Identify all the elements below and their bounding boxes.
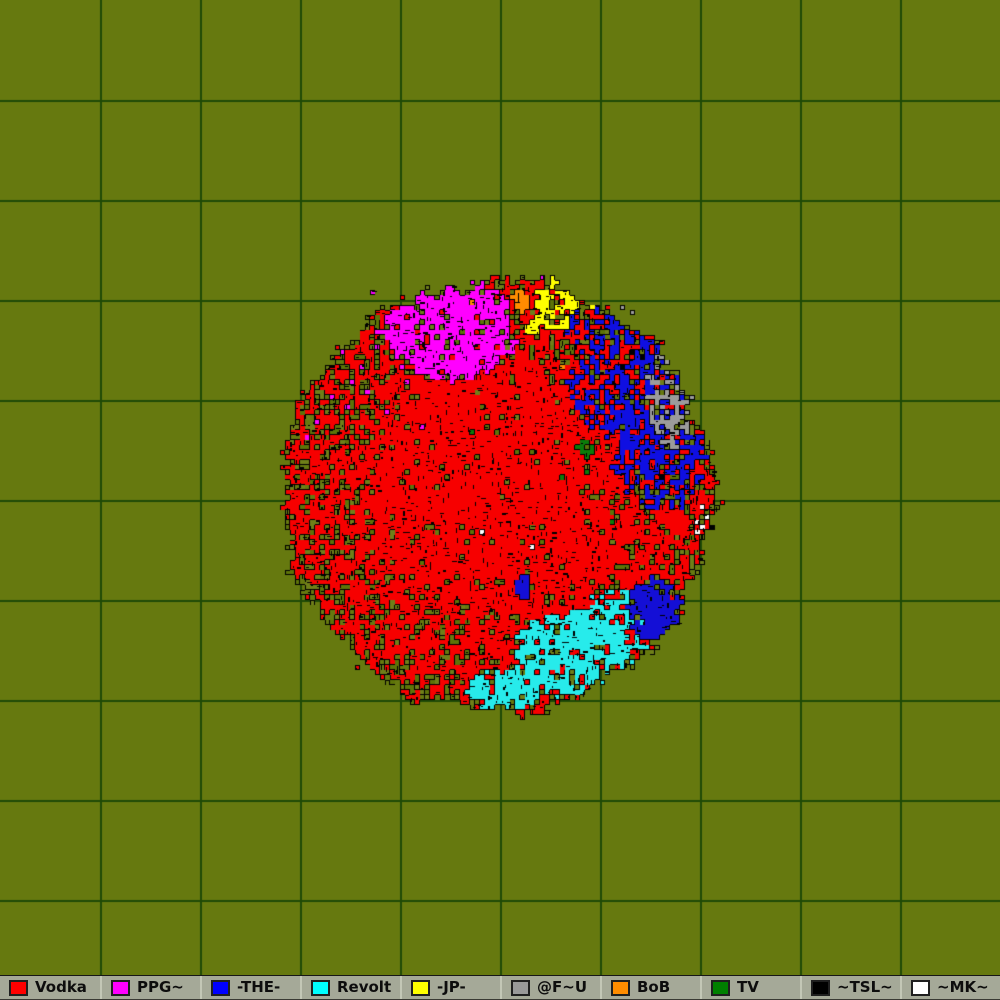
legend-item-fu: @F~U (500, 976, 600, 999)
legend-label: ~TSL~ (837, 980, 893, 995)
legend-item-mk: ~MK~ (900, 976, 1000, 999)
jp-color-swatch-icon (411, 980, 430, 996)
tv-color-swatch-icon (711, 980, 730, 996)
legend-item-ppg: PPG~ (100, 976, 200, 999)
legend-bar: Vodka PPG~ -THE- Revolt -JP- @F~U BoB T (0, 975, 1000, 1000)
legend-label: @F~U (537, 980, 587, 995)
revolt-color-swatch-icon (311, 980, 330, 996)
legend-label: -JP- (437, 980, 466, 995)
game-map-canvas[interactable] (0, 0, 1000, 1000)
ppg-color-swatch-icon (111, 980, 130, 996)
legend-label: Vodka (35, 980, 87, 995)
legend-item-jp: -JP- (400, 976, 500, 999)
tsl-color-swatch-icon (811, 980, 830, 996)
game-screen: Vodka PPG~ -THE- Revolt -JP- @F~U BoB T (0, 0, 1000, 1000)
legend-item-vodka: Vodka (0, 976, 100, 999)
legend-label: TV (737, 980, 759, 995)
legend-label: PPG~ (137, 980, 184, 995)
legend-label: -THE- (237, 980, 280, 995)
legend-label: ~MK~ (937, 980, 989, 995)
mk-color-swatch-icon (911, 980, 930, 996)
legend-item-the: -THE- (200, 976, 300, 999)
vodka-color-swatch-icon (9, 980, 28, 996)
the-color-swatch-icon (211, 980, 230, 996)
fu-color-swatch-icon (511, 980, 530, 996)
legend-label: Revolt (337, 980, 391, 995)
bob-color-swatch-icon (611, 980, 630, 996)
legend-label: BoB (637, 980, 670, 995)
legend-item-revolt: Revolt (300, 976, 400, 999)
legend-item-bob: BoB (600, 976, 700, 999)
legend-item-tv: TV (700, 976, 800, 999)
legend-item-tsl: ~TSL~ (800, 976, 900, 999)
